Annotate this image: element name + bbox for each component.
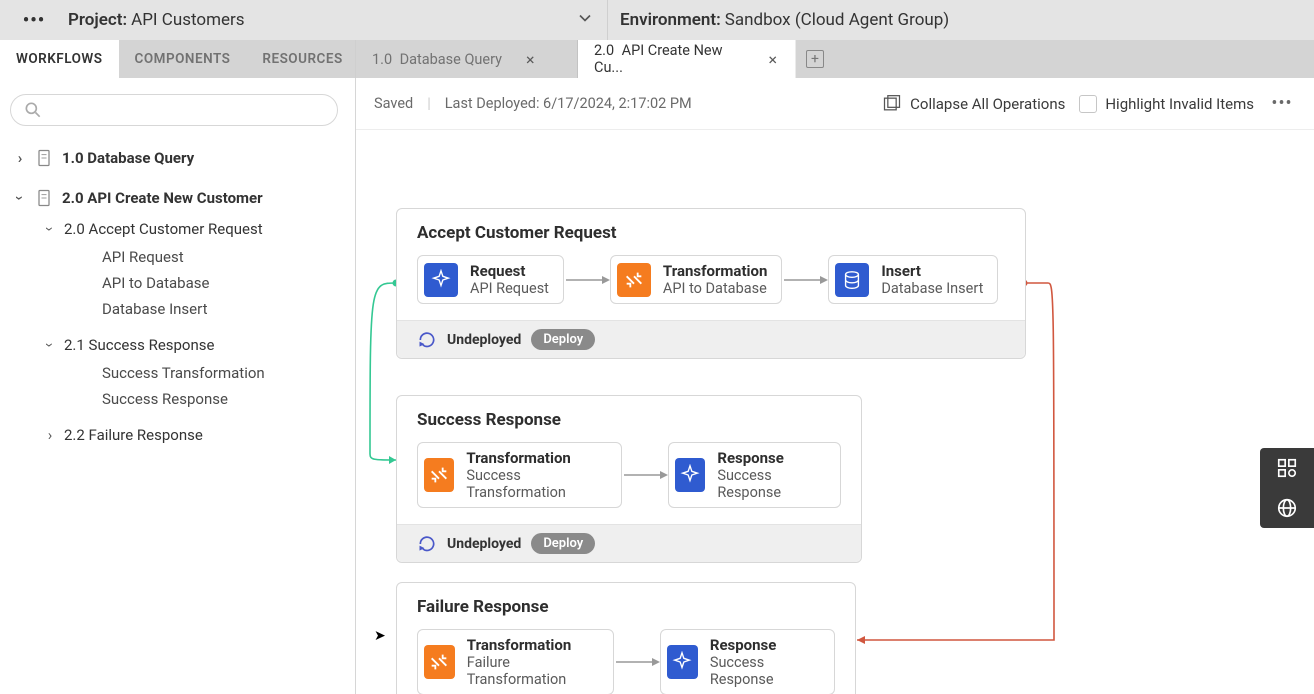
chevron-down-icon: › — [41, 339, 59, 351]
cycle-icon — [417, 330, 437, 350]
tree-step-api-to-database[interactable]: API to Database — [96, 270, 347, 296]
transform-icon — [424, 458, 454, 492]
tree-step-database-insert[interactable]: Database Insert — [96, 296, 347, 322]
project-name: API Customers — [131, 10, 244, 30]
environment-label: Environment: — [620, 10, 721, 30]
cycle-icon — [417, 534, 437, 554]
collapse-icon — [882, 94, 902, 114]
transform-icon — [617, 263, 651, 297]
tree-workflow-1[interactable]: › 1.0 Database Query — [8, 142, 347, 174]
deploy-button[interactable]: Deploy — [531, 329, 595, 350]
search-icon — [23, 100, 43, 120]
tree-operation-failure-response[interactable]: › 2.2 Failure Response — [38, 420, 347, 450]
close-icon[interactable]: × — [522, 50, 539, 69]
operation-failure-response[interactable]: Failure Response TransformationFailure T… — [396, 582, 856, 694]
tree-step-success-transformation[interactable]: Success Transformation — [96, 360, 347, 386]
deploy-status: Undeployed — [447, 332, 521, 348]
transform-icon — [424, 645, 455, 679]
tab-workflows[interactable]: WORKFLOWS — [0, 40, 119, 78]
operation-title: Accept Customer Request — [397, 209, 1025, 255]
step-response[interactable]: ResponseSuccess Response — [668, 442, 841, 508]
tree-op-label: 2.0 Accept Customer Request — [64, 220, 263, 238]
operation-accept-customer-request[interactable]: Accept Customer Request RequestAPI Reque… — [396, 208, 1026, 359]
cursor-icon: ➤ — [374, 628, 386, 644]
step-request[interactable]: RequestAPI Request — [417, 255, 564, 304]
tree-label: 1.0 Database Query — [62, 149, 194, 167]
saved-status: Saved — [374, 95, 413, 112]
search-input[interactable] — [10, 94, 338, 126]
operation-title: Failure Response — [397, 583, 855, 629]
project-label: Project: — [68, 10, 127, 30]
arrow-icon — [614, 655, 660, 669]
separator: | — [427, 95, 431, 112]
chevron-right-icon: › — [14, 149, 26, 167]
file-icon — [34, 188, 54, 208]
add-tab-button[interactable]: + — [796, 40, 834, 78]
project-dropdown-icon[interactable] — [575, 8, 595, 32]
tree-step-success-response[interactable]: Success Response — [96, 386, 347, 412]
more-menu-icon[interactable]: ••• — [1268, 93, 1296, 114]
tree-label: 2.0 API Create New Customer — [62, 189, 263, 207]
content-tab-api-create-new-customer[interactable]: 2.0 API Create New Cu... × — [578, 40, 796, 78]
palette-button[interactable] — [1260, 448, 1314, 488]
step-transformation[interactable]: TransformationAPI to Database — [610, 255, 782, 304]
tree-op-label: 2.2 Failure Response — [64, 426, 203, 444]
chevron-down-icon: › — [41, 223, 59, 235]
app-menu-icon[interactable]: ••• — [0, 10, 68, 31]
last-deployed: Last Deployed: 6/17/2024, 2:17:02 PM — [445, 95, 692, 112]
environment-name: Sandbox (Cloud Agent Group) — [725, 10, 949, 30]
arrow-icon — [564, 273, 610, 287]
step-transformation[interactable]: TransformationSuccess Transformation — [417, 442, 622, 508]
file-icon — [34, 148, 54, 168]
arrow-icon — [622, 468, 668, 482]
api-icon — [424, 263, 458, 297]
operation-title: Success Response — [397, 396, 861, 442]
step-transformation[interactable]: TransformationFailure Transformation — [417, 629, 614, 694]
chevron-right-icon: › — [44, 426, 56, 444]
content-tab-database-query[interactable]: 1.0 Database Query × — [356, 40, 578, 78]
operation-success-response[interactable]: Success Response TransformationSuccess T… — [396, 395, 862, 563]
tree-step-api-request[interactable]: API Request — [96, 244, 347, 270]
deploy-button[interactable]: Deploy — [531, 533, 595, 554]
step-insert[interactable]: InsertDatabase Insert — [828, 255, 998, 304]
right-floating-toolbar — [1260, 448, 1314, 528]
api-icon — [675, 458, 705, 492]
deploy-status: Undeployed — [447, 536, 521, 552]
close-icon[interactable]: × — [764, 50, 781, 69]
step-response[interactable]: ResponseSuccess Response — [660, 629, 835, 694]
highlight-invalid-toggle[interactable]: Highlight Invalid Items — [1079, 95, 1254, 113]
tree-op-label: 2.1 Success Response — [64, 336, 214, 354]
api-icon — [667, 645, 698, 679]
collapse-all-button[interactable]: Collapse All Operations — [882, 94, 1065, 114]
tab-resources[interactable]: RESOURCES — [246, 40, 358, 78]
tree-operation-success-response[interactable]: › 2.1 Success Response — [38, 330, 347, 360]
checkbox-icon — [1079, 95, 1097, 113]
arrow-icon — [782, 273, 828, 287]
database-icon — [835, 263, 869, 297]
tab-components[interactable]: COMPONENTS — [119, 40, 247, 78]
globe-button[interactable] — [1260, 488, 1314, 528]
tree-workflow-2[interactable]: › 2.0 API Create New Customer — [8, 182, 347, 214]
tree-operation-accept-customer[interactable]: › 2.0 Accept Customer Request — [38, 214, 347, 244]
chevron-down-icon: › — [11, 192, 29, 204]
